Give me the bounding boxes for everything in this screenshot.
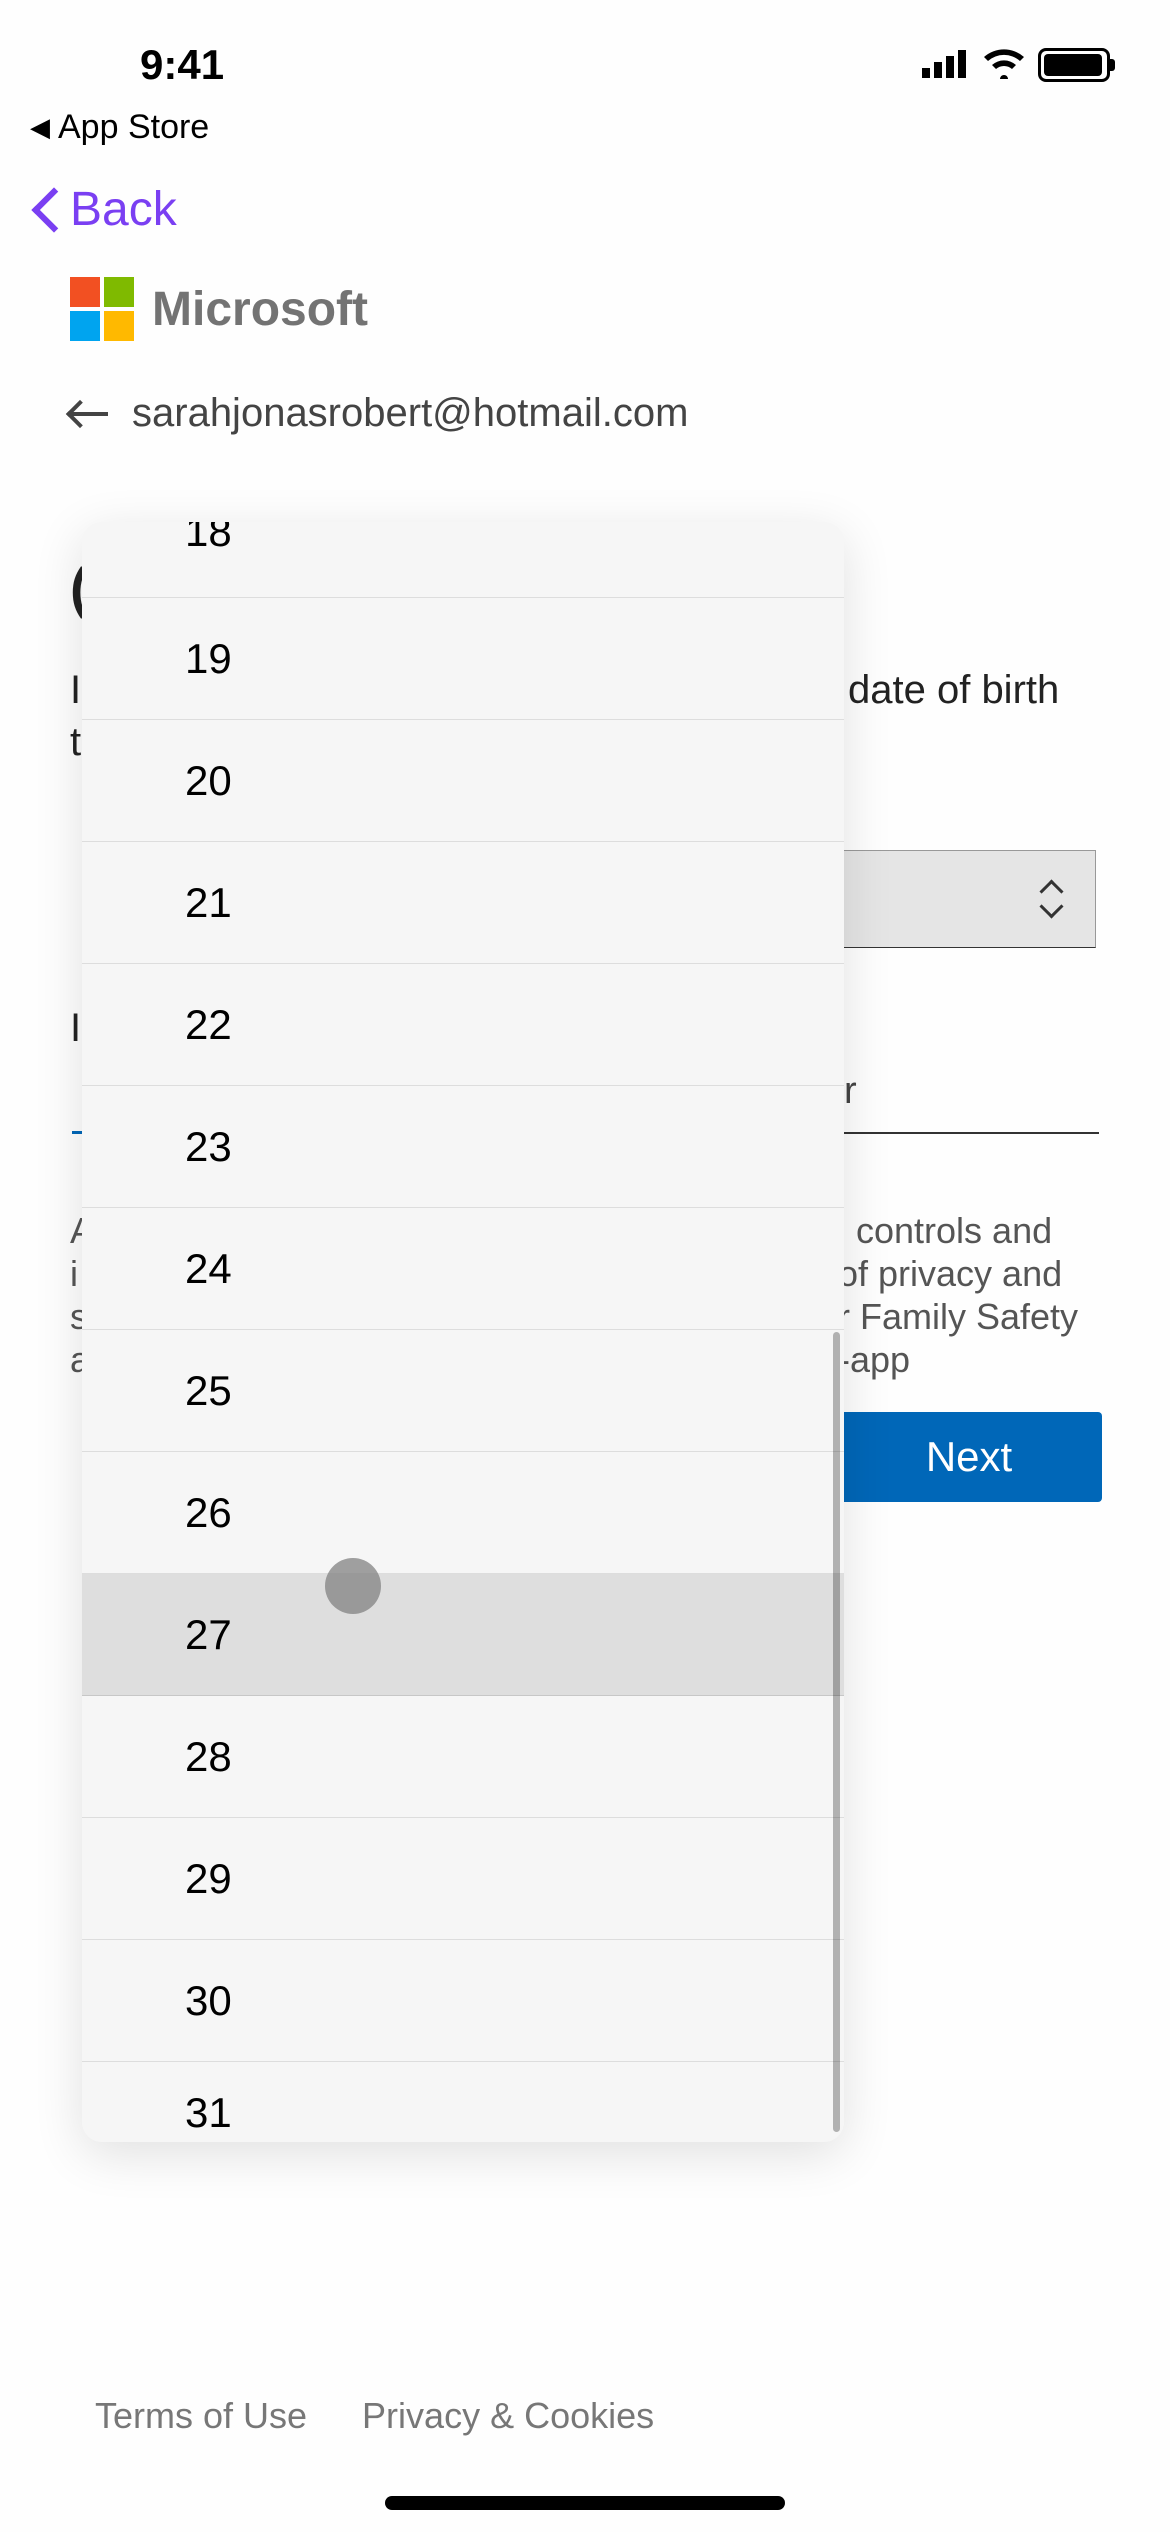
day-option[interactable]: 19 bbox=[82, 598, 844, 720]
day-picker-dropdown[interactable]: 18 19 20 21 22 23 24 25 26 27 28 29 30 3… bbox=[82, 522, 844, 2142]
bg-text-partial: date of birth bbox=[848, 668, 1059, 713]
birthdate-label-partial: I bbox=[70, 1006, 81, 1051]
microsoft-logo: Microsoft bbox=[70, 277, 1100, 341]
day-option-selected[interactable]: 27 bbox=[82, 1574, 844, 1696]
day-option[interactable]: 25 bbox=[82, 1330, 844, 1452]
footer-links: Terms of Use Privacy & Cookies bbox=[95, 2395, 654, 2437]
chevron-updown-icon bbox=[1037, 879, 1065, 919]
touch-indicator bbox=[325, 1558, 381, 1614]
status-icons bbox=[922, 47, 1110, 84]
day-option[interactable]: 30 bbox=[82, 1940, 844, 2062]
triangle-left-icon: ◀ bbox=[30, 112, 50, 143]
day-option[interactable]: 20 bbox=[82, 720, 844, 842]
country-region-select[interactable] bbox=[838, 850, 1096, 948]
birthdate-input-partial[interactable]: r bbox=[838, 1070, 1099, 1134]
microsoft-logo-icon bbox=[70, 277, 134, 341]
terms-link[interactable]: Terms of Use bbox=[95, 2395, 307, 2437]
chevron-left-icon bbox=[30, 186, 60, 234]
back-label: Back bbox=[70, 182, 177, 237]
next-button[interactable]: Next bbox=[836, 1412, 1102, 1502]
account-email: sarahjonasrobert@hotmail.com bbox=[132, 391, 688, 436]
back-button[interactable]: Back bbox=[0, 147, 1170, 277]
status-time: 9:41 bbox=[60, 41, 224, 89]
day-option[interactable]: 29 bbox=[82, 1818, 844, 1940]
bg-text-partial: I bbox=[70, 668, 81, 713]
family-safety-text-partial: r Family Safety bbox=[838, 1296, 1078, 1338]
scrollbar[interactable] bbox=[833, 1332, 840, 2132]
bg-text-partial: t bbox=[70, 720, 81, 765]
account-email-row[interactable]: sarahjonasrobert@hotmail.com bbox=[70, 391, 1100, 436]
battery-icon bbox=[1038, 48, 1110, 82]
home-indicator[interactable] bbox=[385, 2496, 785, 2510]
day-option[interactable]: 28 bbox=[82, 1696, 844, 1818]
family-safety-text-partial: -app bbox=[838, 1339, 910, 1381]
privacy-link[interactable]: Privacy & Cookies bbox=[362, 2395, 654, 2437]
day-option[interactable]: 21 bbox=[82, 842, 844, 964]
day-option[interactable]: 24 bbox=[82, 1208, 844, 1330]
cellular-signal-icon bbox=[922, 48, 970, 83]
arrow-left-icon bbox=[70, 399, 112, 429]
day-option[interactable]: 23 bbox=[82, 1086, 844, 1208]
family-safety-text-partial: of privacy and bbox=[838, 1253, 1062, 1295]
day-option[interactable]: 26 bbox=[82, 1452, 844, 1574]
day-option[interactable]: 31 bbox=[82, 2062, 844, 2142]
family-safety-text-partial: l controls and bbox=[838, 1210, 1052, 1252]
microsoft-logo-text: Microsoft bbox=[152, 282, 368, 337]
app-store-back-link[interactable]: ◀ App Store bbox=[0, 108, 1170, 147]
day-option[interactable]: 22 bbox=[82, 964, 844, 1086]
family-safety-text-partial: i bbox=[70, 1253, 78, 1295]
birthdate-input-active-edge bbox=[72, 1070, 82, 1134]
status-bar: 9:41 bbox=[0, 0, 1170, 100]
day-option[interactable]: 18 bbox=[82, 522, 844, 598]
wifi-icon bbox=[982, 47, 1026, 84]
next-button-label: Next bbox=[926, 1433, 1012, 1481]
app-store-back-label: App Store bbox=[58, 108, 209, 147]
